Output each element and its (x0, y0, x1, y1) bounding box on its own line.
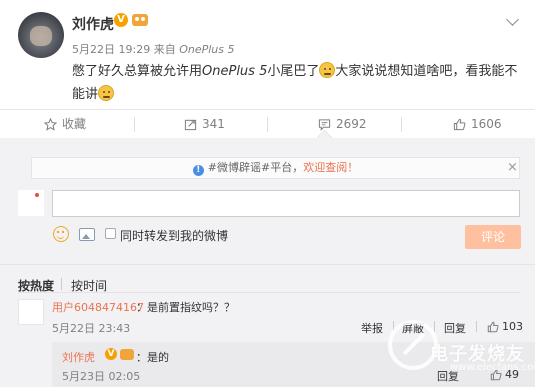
comment-count: 2692 (336, 117, 367, 131)
favorite-label: 收藏 (62, 117, 87, 131)
link-divider (434, 321, 435, 332)
thumbs-up-icon (453, 118, 466, 131)
author-avatar[interactable] (18, 12, 64, 58)
sort-divider (61, 278, 62, 290)
verified-badge-icon: V (114, 13, 128, 27)
report-link[interactable]: 举报 (361, 320, 383, 336)
notice-link[interactable]: 欢迎查阅！ (303, 161, 358, 174)
reply-author[interactable]: 刘作虎 (62, 349, 95, 365)
close-icon[interactable]: × (507, 160, 518, 175)
comment-submit-button[interactable]: 评论 (465, 225, 521, 249)
post-device[interactable]: OnePlus 5 (179, 43, 234, 56)
repost-icon (184, 119, 197, 131)
post-text-brand: OnePlus 5 (202, 64, 268, 79)
repost-count: 341 (202, 117, 225, 131)
post-text-1: 憋了好久总算被允许用 (72, 64, 203, 79)
comment-text: ：是前置指纹吗？？ (136, 301, 235, 314)
divider (18, 292, 520, 293)
link-divider (476, 321, 477, 332)
forward-label[interactable]: 同时转发到我的微博 (120, 227, 228, 244)
comment-time: 5月22日 23:43 (52, 322, 131, 335)
comment-input[interactable] (52, 190, 520, 217)
action-bar: 收藏 341 2692 1606 (0, 109, 535, 139)
comment-like-count: 103 (502, 320, 523, 333)
action-divider (401, 117, 402, 132)
info-icon: ! (192, 165, 204, 176)
comment-like-button[interactable]: 103 (487, 320, 523, 333)
reply-link[interactable]: 回复 (444, 320, 466, 336)
my-avatar (18, 190, 44, 216)
action-divider (134, 117, 135, 132)
source-prefix: 来自 (153, 43, 176, 56)
post-date[interactable]: 5月22日 19:29 (72, 43, 150, 56)
watermark-url: www.elecfans.com (450, 362, 535, 373)
star-icon (44, 118, 57, 131)
forward-checkbox[interactable] (105, 228, 116, 239)
like-button[interactable]: 1606 (453, 110, 502, 138)
action-divider (267, 117, 268, 132)
post-content: 憋了好久总算被允许用OnePlus 5小尾巴了 大家说说想知道啥吧，看我能不能讲 (72, 60, 522, 106)
smile-emoji-icon (319, 62, 336, 78)
member-level-icon (120, 349, 134, 360)
verified-badge-icon: V (105, 348, 117, 360)
divider (0, 264, 535, 265)
notice-text: #微博辟谣#平台， (207, 161, 304, 174)
favorite-button[interactable]: 收藏 (44, 110, 86, 138)
thumbs-up-icon (487, 321, 499, 333)
shy-emoji-icon (98, 85, 115, 101)
like-count: 1606 (471, 117, 502, 131)
author-name[interactable]: 刘作虎 (72, 14, 114, 34)
reply-time: 5月23日 02:05 (62, 370, 141, 383)
repost-button[interactable]: 341 (184, 110, 225, 138)
member-level-icon (132, 14, 148, 26)
chevron-down-icon[interactable] (506, 13, 519, 26)
rumor-notice-banner: ! #微博辟谣#平台，欢迎查阅！ (31, 157, 520, 179)
reply-text: ：是的 (136, 351, 169, 364)
post-meta: 5月22日 19:29 来自 OnePlus 5 (72, 41, 235, 57)
commenter-avatar[interactable] (18, 299, 44, 325)
commenter-name[interactable]: 用户6048474167 (52, 299, 144, 315)
emoji-picker-icon[interactable] (53, 226, 69, 242)
post-text-2: 小尾巴了 (267, 64, 320, 79)
image-upload-icon[interactable] (79, 228, 95, 241)
